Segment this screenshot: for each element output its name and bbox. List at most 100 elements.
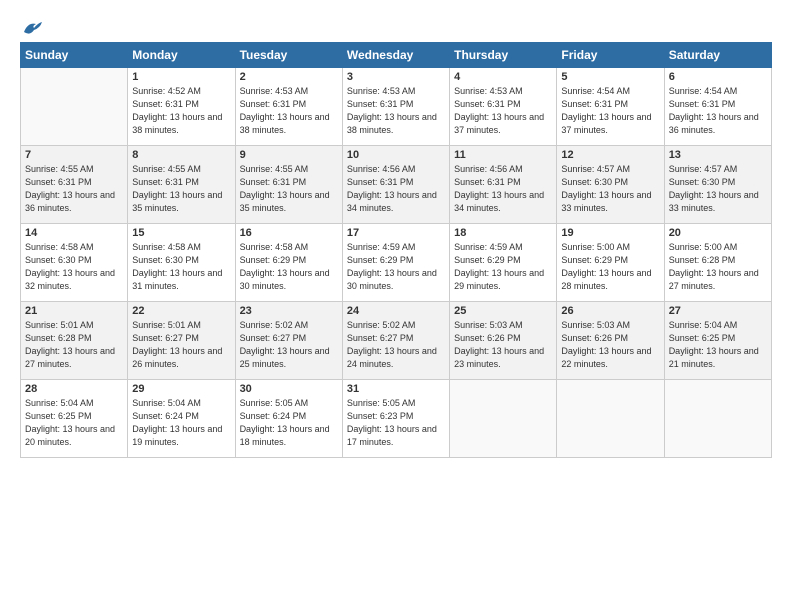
daylight-text: Daylight: 13 hours and 23 minutes. <box>454 346 544 369</box>
cell-info: Sunrise: 5:01 AM Sunset: 6:28 PM Dayligh… <box>25 319 123 371</box>
calendar-cell: 7 Sunrise: 4:55 AM Sunset: 6:31 PM Dayli… <box>21 146 128 224</box>
day-number: 22 <box>132 305 230 317</box>
daylight-text: Daylight: 13 hours and 36 minutes. <box>25 190 115 213</box>
day-number: 26 <box>561 305 659 317</box>
daylight-text: Daylight: 13 hours and 38 minutes. <box>347 112 437 135</box>
sunrise-text: Sunrise: 5:02 AM <box>347 320 416 330</box>
daylight-text: Daylight: 13 hours and 35 minutes. <box>240 190 330 213</box>
daylight-text: Daylight: 13 hours and 38 minutes. <box>132 112 222 135</box>
weekday-header: Thursday <box>450 43 557 68</box>
day-number: 8 <box>132 149 230 161</box>
calendar-cell <box>450 380 557 458</box>
calendar-cell: 22 Sunrise: 5:01 AM Sunset: 6:27 PM Dayl… <box>128 302 235 380</box>
sunrise-text: Sunrise: 4:59 AM <box>347 242 416 252</box>
cell-info: Sunrise: 4:58 AM Sunset: 6:30 PM Dayligh… <box>25 241 123 293</box>
sunrise-text: Sunrise: 4:56 AM <box>347 164 416 174</box>
cell-info: Sunrise: 4:56 AM Sunset: 6:31 PM Dayligh… <box>347 163 445 215</box>
cell-info: Sunrise: 5:04 AM Sunset: 6:25 PM Dayligh… <box>25 397 123 449</box>
sunset-text: Sunset: 6:28 PM <box>25 333 92 343</box>
sunset-text: Sunset: 6:27 PM <box>240 333 307 343</box>
sunrise-text: Sunrise: 4:52 AM <box>132 86 201 96</box>
calendar-cell: 16 Sunrise: 4:58 AM Sunset: 6:29 PM Dayl… <box>235 224 342 302</box>
sunrise-text: Sunrise: 4:54 AM <box>669 86 738 96</box>
cell-info: Sunrise: 4:53 AM Sunset: 6:31 PM Dayligh… <box>347 85 445 137</box>
calendar-cell: 27 Sunrise: 5:04 AM Sunset: 6:25 PM Dayl… <box>664 302 771 380</box>
sunset-text: Sunset: 6:25 PM <box>669 333 736 343</box>
day-number: 29 <box>132 383 230 395</box>
day-number: 12 <box>561 149 659 161</box>
calendar-cell: 13 Sunrise: 4:57 AM Sunset: 6:30 PM Dayl… <box>664 146 771 224</box>
sunset-text: Sunset: 6:30 PM <box>132 255 199 265</box>
sunset-text: Sunset: 6:25 PM <box>25 411 92 421</box>
sunset-text: Sunset: 6:31 PM <box>347 177 414 187</box>
cell-info: Sunrise: 4:55 AM Sunset: 6:31 PM Dayligh… <box>25 163 123 215</box>
day-number: 28 <box>25 383 123 395</box>
day-number: 2 <box>240 71 338 83</box>
calendar-cell: 18 Sunrise: 4:59 AM Sunset: 6:29 PM Dayl… <box>450 224 557 302</box>
sunset-text: Sunset: 6:26 PM <box>454 333 521 343</box>
sunrise-text: Sunrise: 5:00 AM <box>561 242 630 252</box>
sunset-text: Sunset: 6:28 PM <box>669 255 736 265</box>
cell-info: Sunrise: 5:03 AM Sunset: 6:26 PM Dayligh… <box>454 319 552 371</box>
daylight-text: Daylight: 13 hours and 22 minutes. <box>561 346 651 369</box>
sunset-text: Sunset: 6:31 PM <box>454 177 521 187</box>
sunrise-text: Sunrise: 5:05 AM <box>347 398 416 408</box>
sunset-text: Sunset: 6:31 PM <box>132 99 199 109</box>
calendar-cell <box>21 68 128 146</box>
sunset-text: Sunset: 6:24 PM <box>240 411 307 421</box>
sunrise-text: Sunrise: 4:59 AM <box>454 242 523 252</box>
calendar-cell: 21 Sunrise: 5:01 AM Sunset: 6:28 PM Dayl… <box>21 302 128 380</box>
cell-info: Sunrise: 5:01 AM Sunset: 6:27 PM Dayligh… <box>132 319 230 371</box>
weekday-header: Tuesday <box>235 43 342 68</box>
daylight-text: Daylight: 13 hours and 37 minutes. <box>561 112 651 135</box>
daylight-text: Daylight: 13 hours and 30 minutes. <box>347 268 437 291</box>
sunrise-text: Sunrise: 5:05 AM <box>240 398 309 408</box>
sunset-text: Sunset: 6:23 PM <box>347 411 414 421</box>
day-number: 20 <box>669 227 767 239</box>
cell-info: Sunrise: 5:05 AM Sunset: 6:23 PM Dayligh… <box>347 397 445 449</box>
cell-info: Sunrise: 4:57 AM Sunset: 6:30 PM Dayligh… <box>669 163 767 215</box>
calendar-cell: 2 Sunrise: 4:53 AM Sunset: 6:31 PM Dayli… <box>235 68 342 146</box>
daylight-text: Daylight: 13 hours and 34 minutes. <box>347 190 437 213</box>
day-number: 13 <box>669 149 767 161</box>
calendar-cell: 9 Sunrise: 4:55 AM Sunset: 6:31 PM Dayli… <box>235 146 342 224</box>
calendar-cell: 1 Sunrise: 4:52 AM Sunset: 6:31 PM Dayli… <box>128 68 235 146</box>
cell-info: Sunrise: 4:58 AM Sunset: 6:29 PM Dayligh… <box>240 241 338 293</box>
calendar-week-row: 7 Sunrise: 4:55 AM Sunset: 6:31 PM Dayli… <box>21 146 772 224</box>
day-number: 30 <box>240 383 338 395</box>
daylight-text: Daylight: 13 hours and 37 minutes. <box>454 112 544 135</box>
day-number: 9 <box>240 149 338 161</box>
calendar-week-row: 1 Sunrise: 4:52 AM Sunset: 6:31 PM Dayli… <box>21 68 772 146</box>
day-number: 11 <box>454 149 552 161</box>
cell-info: Sunrise: 5:02 AM Sunset: 6:27 PM Dayligh… <box>240 319 338 371</box>
cell-info: Sunrise: 4:52 AM Sunset: 6:31 PM Dayligh… <box>132 85 230 137</box>
sunrise-text: Sunrise: 5:01 AM <box>132 320 201 330</box>
cell-info: Sunrise: 5:04 AM Sunset: 6:25 PM Dayligh… <box>669 319 767 371</box>
cell-info: Sunrise: 4:55 AM Sunset: 6:31 PM Dayligh… <box>132 163 230 215</box>
cell-info: Sunrise: 4:54 AM Sunset: 6:31 PM Dayligh… <box>669 85 767 137</box>
cell-info: Sunrise: 5:00 AM Sunset: 6:29 PM Dayligh… <box>561 241 659 293</box>
day-number: 17 <box>347 227 445 239</box>
sunset-text: Sunset: 6:29 PM <box>561 255 628 265</box>
daylight-text: Daylight: 13 hours and 19 minutes. <box>132 424 222 447</box>
sunset-text: Sunset: 6:30 PM <box>25 255 92 265</box>
calendar-week-row: 28 Sunrise: 5:04 AM Sunset: 6:25 PM Dayl… <box>21 380 772 458</box>
sunrise-text: Sunrise: 5:02 AM <box>240 320 309 330</box>
sunset-text: Sunset: 6:29 PM <box>347 255 414 265</box>
calendar-cell: 25 Sunrise: 5:03 AM Sunset: 6:26 PM Dayl… <box>450 302 557 380</box>
cell-info: Sunrise: 4:54 AM Sunset: 6:31 PM Dayligh… <box>561 85 659 137</box>
sunset-text: Sunset: 6:29 PM <box>454 255 521 265</box>
weekday-header: Sunday <box>21 43 128 68</box>
calendar-table: SundayMondayTuesdayWednesdayThursdayFrid… <box>20 42 772 458</box>
calendar-cell: 11 Sunrise: 4:56 AM Sunset: 6:31 PM Dayl… <box>450 146 557 224</box>
calendar-week-row: 14 Sunrise: 4:58 AM Sunset: 6:30 PM Dayl… <box>21 224 772 302</box>
day-number: 21 <box>25 305 123 317</box>
sunrise-text: Sunrise: 4:56 AM <box>454 164 523 174</box>
day-number: 1 <box>132 71 230 83</box>
logo-bird-icon <box>22 18 44 36</box>
daylight-text: Daylight: 13 hours and 18 minutes. <box>240 424 330 447</box>
weekday-header: Saturday <box>664 43 771 68</box>
day-number: 23 <box>240 305 338 317</box>
day-number: 15 <box>132 227 230 239</box>
daylight-text: Daylight: 13 hours and 28 minutes. <box>561 268 651 291</box>
